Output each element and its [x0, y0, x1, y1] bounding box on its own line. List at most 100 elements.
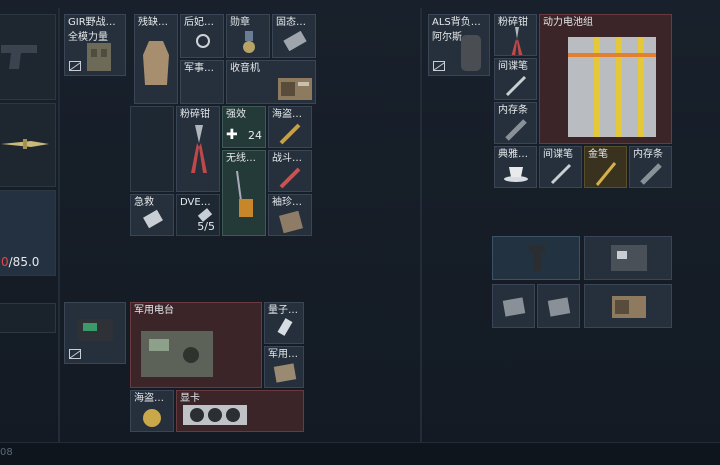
column-divider: [420, 8, 422, 443]
item-cell[interactable]: 后妃…: [180, 14, 224, 58]
item-label: 急救: [134, 197, 154, 208]
item-cell[interactable]: 海盗…: [268, 106, 312, 148]
column-divider: [58, 8, 60, 443]
radio-slot[interactable]: [584, 284, 672, 328]
item-cell[interactable]: 粉碎钳: [494, 14, 537, 56]
armor-slot[interactable]: 0/85.0: [0, 190, 56, 276]
item-cell[interactable]: 内存条: [629, 146, 672, 188]
item-cell[interactable]: [130, 106, 174, 192]
device-icon: [77, 319, 113, 341]
footer-bar: 08: [0, 442, 720, 465]
walkie-talkie-icon: [236, 171, 253, 217]
locked-icon: [433, 61, 445, 71]
item-cell[interactable]: 军用电台: [130, 302, 262, 388]
military-radio-icon: [141, 331, 213, 377]
pen-icon: [279, 123, 301, 145]
item-cell[interactable]: 间谍笔: [494, 58, 537, 100]
grip-slot[interactable]: [492, 236, 580, 280]
weapon-slot[interactable]: [0, 14, 56, 100]
item-label: 残缺…: [138, 17, 168, 28]
item-cell[interactable]: 固态…: [272, 14, 316, 58]
item-label: 间谍笔: [543, 149, 573, 160]
syringe-icon: [279, 167, 301, 189]
cpu-icon: [547, 297, 571, 317]
item-label: 无线…: [226, 153, 256, 164]
item-label: 量子…: [268, 305, 298, 316]
item-label: 海盗…: [134, 393, 164, 404]
item-label: 典雅…: [498, 149, 528, 160]
grip-icon: [529, 245, 545, 271]
circuit-board-slot[interactable]: [584, 236, 672, 280]
ssd-icon: [283, 31, 307, 51]
item-cell[interactable]: 勋章: [226, 14, 270, 58]
item-cell[interactable]: 战斗…: [268, 150, 312, 192]
item-cell[interactable]: 量子…: [264, 302, 304, 344]
item-label: 间谍笔: [498, 61, 528, 72]
graphics-card-icon: [183, 405, 247, 425]
durability-readout: 0/85.0: [1, 255, 40, 269]
chest-rig-slot[interactable]: GIR野战… 全模力量: [64, 14, 126, 76]
item-label: 后妃…: [184, 17, 214, 28]
plus-icon: ✚: [226, 127, 238, 143]
item-cell[interactable]: 收音机: [226, 60, 316, 104]
medal-icon: [243, 31, 255, 53]
item-label: 强效: [226, 109, 246, 120]
pliers-icon: [191, 125, 207, 173]
spy-pen-icon: [550, 163, 572, 185]
item-cell[interactable]: 间谍笔: [539, 146, 582, 188]
item-cell[interactable]: 典雅…: [494, 146, 537, 188]
item-cell[interactable]: 海盗…: [130, 390, 174, 432]
ram-icon: [640, 163, 662, 185]
coin-icon: [143, 409, 161, 427]
pockets-grid: 粉碎钳 强效 ✚ 24 海盗… 无线… 战斗… 急救 DVE… 5/5 袖珍…: [130, 106, 312, 236]
chest-rig-name: GIR野战…: [68, 17, 116, 28]
cpu-slot[interactable]: [492, 284, 535, 328]
item-cell[interactable]: 残缺…: [134, 14, 178, 104]
item-label: 军用电台: [134, 305, 174, 316]
item-cell[interactable]: DVE… 5/5: [176, 194, 220, 236]
melee-slot[interactable]: [0, 103, 56, 187]
footer-text: 08: [0, 447, 13, 458]
item-cell[interactable]: 动力电池组: [539, 14, 672, 144]
item-label: 内存条: [498, 105, 528, 116]
box-icon: [279, 211, 303, 233]
ram-icon: [505, 119, 527, 141]
backpack-icon: [461, 35, 481, 71]
vest-icon: [87, 43, 111, 71]
item-cell[interactable]: 军用…: [264, 346, 304, 388]
locked-icon: [69, 349, 81, 359]
cpu-slot[interactable]: [537, 284, 580, 328]
first-aid-icon: [143, 209, 163, 229]
ration-box-icon: [273, 363, 297, 383]
item-label: 收音机: [230, 63, 260, 74]
gold-pen-icon: [595, 162, 617, 186]
item-count: 24: [248, 129, 262, 142]
item-cell[interactable]: 急救: [130, 194, 174, 236]
cpu-icon: [502, 297, 526, 317]
empty-slot[interactable]: [0, 303, 56, 333]
item-cell[interactable]: 袖珍…: [268, 194, 312, 236]
item-label: 军用…: [268, 349, 298, 360]
item-label: 内存条: [633, 149, 663, 160]
quantum-chip-icon: [277, 318, 293, 336]
teacup-icon: [504, 167, 528, 182]
spy-pen-icon: [505, 75, 527, 97]
item-cell[interactable]: 显卡: [176, 390, 304, 432]
backpack-name: ALS背负…: [432, 17, 481, 28]
item-cell[interactable]: 内存条: [494, 102, 537, 144]
item-label: 固态…: [276, 17, 306, 28]
backpack-slot[interactable]: ALS背负… 阿尔斯: [428, 14, 490, 76]
item-cell[interactable]: 强效 ✚ 24: [222, 106, 266, 148]
secure-container-slot[interactable]: [64, 302, 126, 364]
item-cell[interactable]: 粉碎钳: [176, 106, 220, 192]
item-label: 军事…: [184, 63, 214, 74]
pistol-icon: [1, 45, 37, 69]
artifact-icon: [143, 41, 169, 85]
jewelry-icon: [196, 34, 210, 48]
item-cell[interactable]: 无线…: [222, 150, 266, 236]
item-label: 动力电池组: [543, 17, 593, 28]
secure-container-grid: 军用电台 量子… 军用… 海盗… 显卡: [130, 302, 304, 432]
knife-icon: [1, 139, 49, 149]
item-cell[interactable]: 金笔: [584, 146, 627, 188]
item-cell[interactable]: 军事…: [180, 60, 224, 104]
